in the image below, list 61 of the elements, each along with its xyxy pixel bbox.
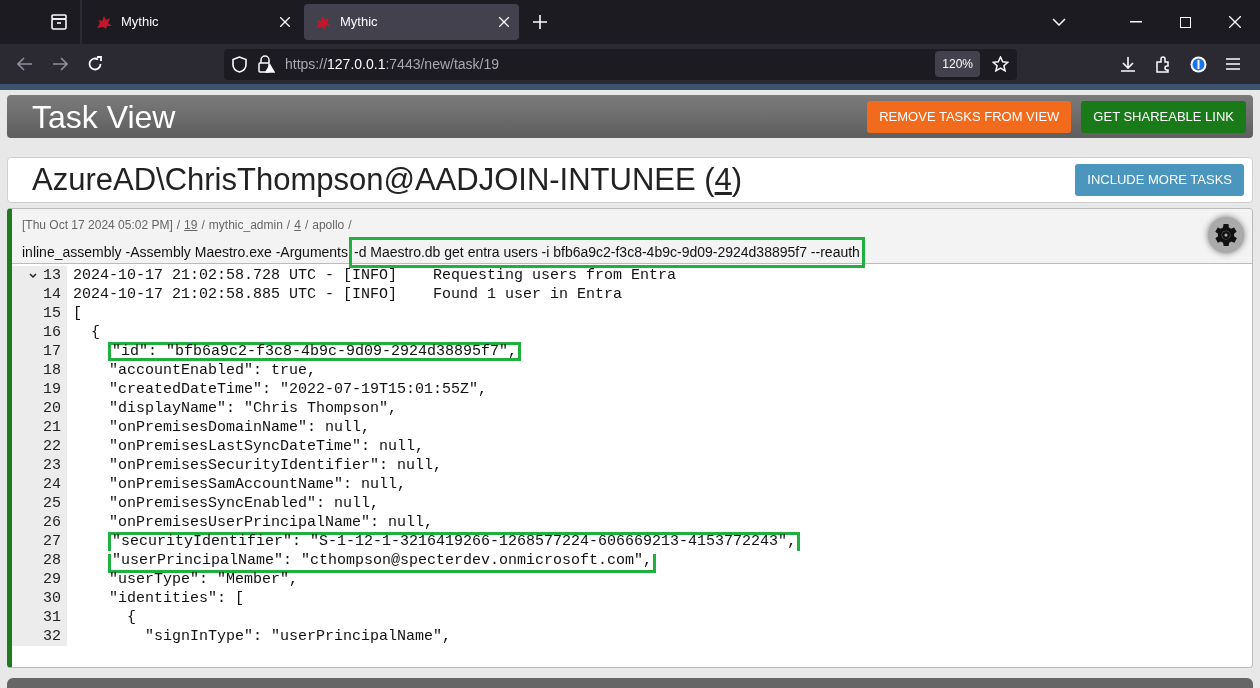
line-number: 20 xyxy=(43,399,61,418)
address-bar[interactable]: https://127.0.0.1:7443/new/task/19 120% xyxy=(224,48,1017,80)
output-line: "onPremisesUserPrincipalName": null, xyxy=(108,513,435,532)
output-line: { xyxy=(90,323,102,342)
operator-name: mythic_admin xyxy=(208,217,283,234)
line-number: 17 xyxy=(43,342,61,361)
output-line: { xyxy=(126,608,138,627)
tab-title: Mythic xyxy=(340,13,378,32)
output-line: "identities": [ xyxy=(108,589,246,608)
output-line: "onPremisesDomainName": null, xyxy=(108,418,372,437)
path-separator: / xyxy=(348,217,352,234)
line-number: 31 xyxy=(43,608,61,627)
browser-tab[interactable]: Mythic xyxy=(85,4,300,40)
line-number: 25 xyxy=(43,494,61,513)
zoom-level-button[interactable]: 120% xyxy=(935,51,980,77)
url-text[interactable]: https://127.0.0.1:7443/new/task/19 xyxy=(285,53,500,75)
line-number: 14 xyxy=(43,285,61,304)
output-line: "displayName": "Chris Thompson", xyxy=(108,399,399,418)
page-title: Task View xyxy=(32,97,176,137)
line-number: 28 xyxy=(43,551,61,570)
command-text: inline_assembly -Assembly Maestro.exe -Arguments xyxy=(22,243,348,262)
browser-tab[interactable]: Mythic xyxy=(304,4,519,40)
output-line: "onPremisesSecurityIdentifier": null, xyxy=(108,456,444,475)
line-number: 29 xyxy=(43,570,61,589)
line-number: 30 xyxy=(43,589,61,608)
line-number: 26 xyxy=(43,513,61,532)
output-line: 2024-10-17 21:02:58.885 UTC - [INFO] Found 1 user in Entra xyxy=(72,285,624,304)
output-line: "createdDateTime": "2022-07-19T15:01:55Z", xyxy=(108,380,489,399)
output-line: "accountEnabled": true, xyxy=(108,361,318,380)
path-separator: / xyxy=(286,217,291,234)
line-number: 22 xyxy=(43,437,61,456)
line-number: 21 xyxy=(43,418,61,437)
output-line: "signInType": "userPrincipalName", xyxy=(144,627,453,646)
line-number: 18 xyxy=(43,361,61,380)
output-line: [ xyxy=(72,304,83,323)
line-number: 24 xyxy=(43,475,61,494)
line-number: 23 xyxy=(43,456,61,475)
line-number: 13 xyxy=(43,266,61,285)
callback-title: AzureAD\ChrisThompson@AADJOIN-INTUNEE (4) xyxy=(32,160,743,199)
callback-id-link[interactable]: 4 xyxy=(294,216,301,234)
output-line: "userPrincipalName": "cthompson@specterdev.onmicrosoft.com", xyxy=(108,554,657,573)
path-separator: / xyxy=(304,217,309,234)
output-line: 2024-10-17 21:02:58.728 UTC - [INFO] Requesting users from Entra xyxy=(72,266,678,285)
payload-type: apollo xyxy=(312,217,345,234)
output-line: "userType": "Member", xyxy=(108,570,300,589)
shareable-link-button[interactable]: GET SHAREABLE LINK xyxy=(1081,100,1246,133)
path-separator: / xyxy=(201,217,205,234)
task-timestamp: [Thu Oct 17 2024 05:02 PM] xyxy=(22,217,173,234)
tab-title: Mythic xyxy=(121,13,159,32)
line-number: 16 xyxy=(43,323,61,342)
line-number: 19 xyxy=(43,380,61,399)
output-line: "onPremisesLastSyncDateTime": null, xyxy=(108,437,426,456)
line-number: 15 xyxy=(43,304,61,323)
path-separator: / xyxy=(176,217,181,234)
command-arguments: -d Maestro.db get entra users -i bfb6a9c2-f3c8-4b9c-9d09-2924d38895f7 --reauth xyxy=(349,237,865,268)
line-number: 32 xyxy=(43,627,61,646)
output-line: "onPremisesSyncEnabled": null, xyxy=(108,494,381,513)
task-id-link[interactable]: 19 xyxy=(184,216,198,234)
output-line: "onPremisesSamAccountName": null, xyxy=(108,475,408,494)
line-number: 27 xyxy=(43,532,61,551)
output-line: "securityIdentifier": "S-1-12-1-3216419266-1268577224-606669213-4153772243", xyxy=(108,532,801,551)
